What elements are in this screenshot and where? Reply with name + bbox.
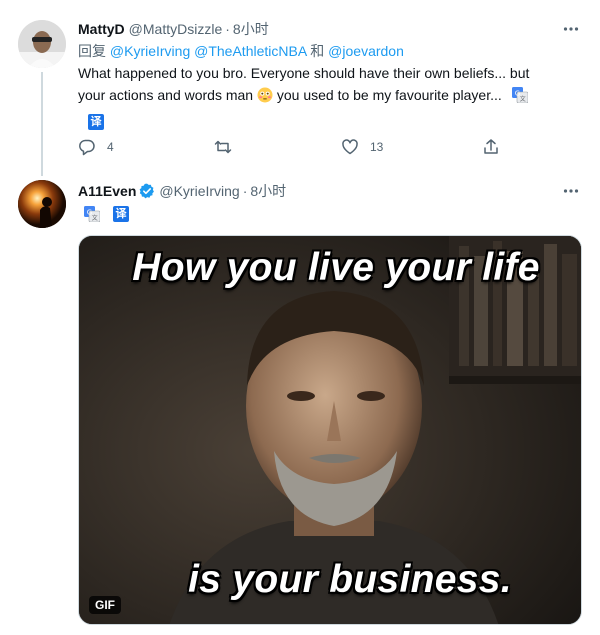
reply-button[interactable]: 4 (78, 137, 114, 157)
user-handle[interactable]: @MattyDsizzle (129, 21, 223, 37)
translate-badge[interactable]: 译 (88, 114, 104, 130)
avatar[interactable] (18, 20, 66, 68)
display-name[interactable]: MattyD (78, 21, 125, 37)
reply-count: 4 (107, 140, 114, 154)
mention-link[interactable]: @TheAthleticNBA (194, 43, 306, 59)
reply-icon (79, 139, 95, 156)
gif-caption-top: How you live your life (132, 246, 540, 289)
share-button[interactable] (482, 137, 500, 157)
translate-badge[interactable]: 译 (113, 206, 129, 222)
heart-icon (342, 139, 358, 155)
separator-dot: · (242, 183, 248, 199)
avatar-photo (18, 180, 66, 228)
display-name[interactable]: A11Even (78, 183, 136, 199)
tweet-text: What happened to you bro. Everyone shoul… (78, 62, 570, 130)
timestamp[interactable]: 8小时 (250, 181, 286, 201)
google-translate-icon[interactable]: G 文 (511, 87, 528, 103)
svg-text:文: 文 (92, 214, 98, 222)
tweet-text-line: your actions and words man (78, 87, 254, 103)
gif-badge: GIF (89, 596, 121, 614)
svg-text:文: 文 (519, 95, 525, 103)
gif-caption-bottom: is your business. (188, 558, 512, 601)
avatar-photo (18, 20, 66, 68)
tweet-actions: 4 13 (78, 137, 508, 157)
google-translate-icon[interactable]: G 文 (84, 206, 100, 222)
like-button[interactable]: 13 (341, 137, 383, 157)
share-icon (484, 139, 498, 154)
tweet-header: MattyD @MattyDsizzle · 8小时 (78, 18, 580, 40)
translate-row: G 文 译 (84, 206, 129, 222)
main-tweet[interactable]: A11Even @KyrieIrving · 8小时 G 文 译 How you… (0, 172, 600, 635)
user-handle[interactable]: @KyrieIrving (159, 183, 239, 199)
mention-joiner: 和 (310, 43, 325, 59)
retweet-button[interactable] (214, 137, 243, 157)
flushed-face-emoji-icon (257, 87, 273, 103)
mention-link[interactable]: @joevardon (328, 43, 404, 59)
tweet-text-line: What happened to you bro. Everyone shoul… (78, 65, 530, 81)
reply-prefix: 回复 (78, 43, 106, 59)
mention-link[interactable]: @KyrieIrving (110, 43, 190, 59)
gif-media[interactable]: How you live your life is your business.… (78, 235, 582, 625)
tweet-text-line: you used to be my favourite player... (276, 87, 502, 103)
tweet-header: A11Even @KyrieIrving · 8小时 (78, 180, 580, 202)
separator-dot: · (225, 21, 230, 37)
replying-to: 回复 @KyrieIrving @TheAthleticNBA 和 @joeva… (78, 41, 580, 61)
more-horizontal-icon[interactable] (562, 20, 580, 38)
like-count: 13 (370, 140, 384, 154)
retweet-icon (214, 140, 232, 154)
timestamp[interactable]: 8小时 (233, 19, 269, 39)
more-horizontal-icon[interactable] (562, 182, 580, 200)
verified-badge-icon (139, 183, 155, 199)
reply-tweet[interactable]: MattyD @MattyDsizzle · 8小时 回复 @KyrieIrvi… (0, 0, 600, 176)
thread-line (41, 72, 43, 176)
avatar[interactable] (18, 180, 66, 228)
